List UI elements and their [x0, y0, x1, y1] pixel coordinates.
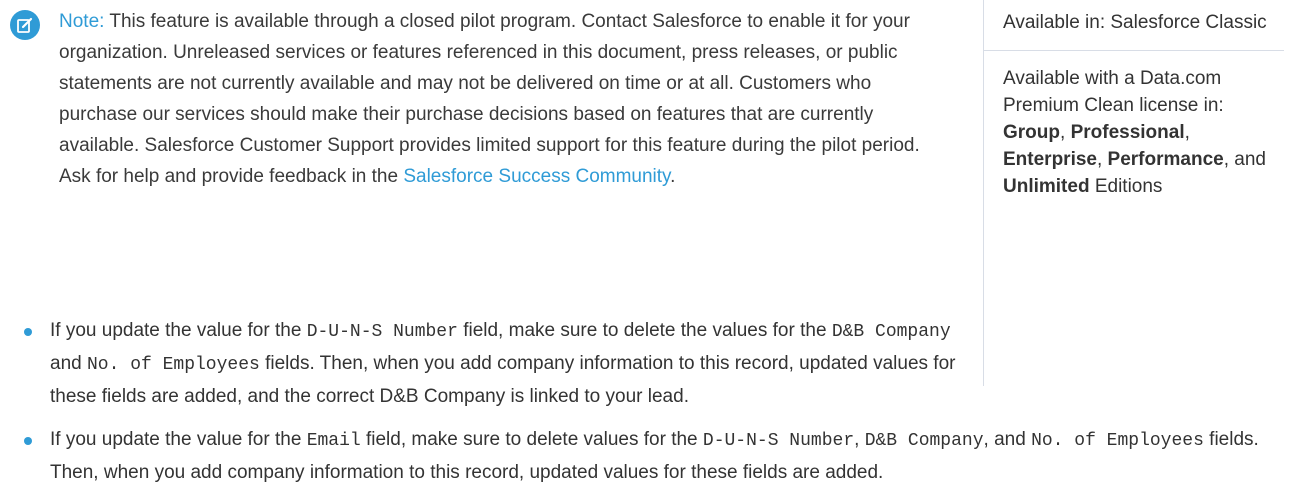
field-name: No. of Employees: [86, 355, 260, 375]
edition-enterprise: Enterprise: [1003, 149, 1097, 170]
availability-classic: Available in: Salesforce Classic: [1003, 12, 1267, 33]
bullet-dot: [24, 437, 32, 445]
license-editions: Available with a Data.com Premium Clean …: [984, 51, 1284, 200]
list-item: If you update the value for the Email fi…: [0, 424, 1300, 488]
text: field, make sure to delete values for th…: [360, 429, 703, 450]
edit-note-icon: [10, 10, 40, 40]
note-body: Note: This feature is available through …: [59, 6, 950, 192]
edition-group: Group: [1003, 122, 1060, 143]
field-name: D-U-N-S Number: [702, 431, 855, 451]
edition-professional: Professional: [1070, 122, 1185, 143]
text: ,: [854, 429, 865, 450]
list-item: If you update the value for the D-U-N-S …: [0, 315, 980, 412]
field-name: No. of Employees: [1031, 431, 1204, 451]
text: and: [50, 353, 87, 374]
editions-suffix: Editions: [1089, 176, 1163, 197]
community-link[interactable]: Salesforce Success Community: [403, 166, 670, 187]
edition-unlimited: Unlimited: [1003, 176, 1090, 197]
bullet-dot: [24, 328, 32, 336]
note-text: This feature is available through a clos…: [59, 11, 920, 187]
text: If you update the value for the: [50, 429, 307, 450]
field-name: D&B Company: [831, 322, 951, 342]
edition-sep: ,: [1184, 122, 1190, 143]
edition-sep: , and: [1223, 149, 1266, 170]
pilot-note: Note: This feature is available through …: [10, 6, 950, 192]
field-name: D&B Company: [864, 431, 984, 451]
text: If you update the value for the: [50, 320, 307, 341]
text: , and: [983, 429, 1032, 450]
text: field, make sure to delete the values fo…: [457, 320, 832, 341]
edition-performance: Performance: [1107, 149, 1224, 170]
instructions-list: If you update the value for the D-U-N-S …: [0, 315, 1308, 488]
note-label: Note:: [59, 11, 105, 32]
license-intro: Available with a Data.com Premium Clean …: [1003, 68, 1224, 116]
note-end: .: [670, 166, 676, 187]
field-name: D-U-N-S Number: [306, 322, 458, 342]
edition-sep: ,: [1096, 149, 1108, 170]
edition-sep: ,: [1060, 122, 1071, 143]
field-name: Email: [306, 431, 361, 451]
